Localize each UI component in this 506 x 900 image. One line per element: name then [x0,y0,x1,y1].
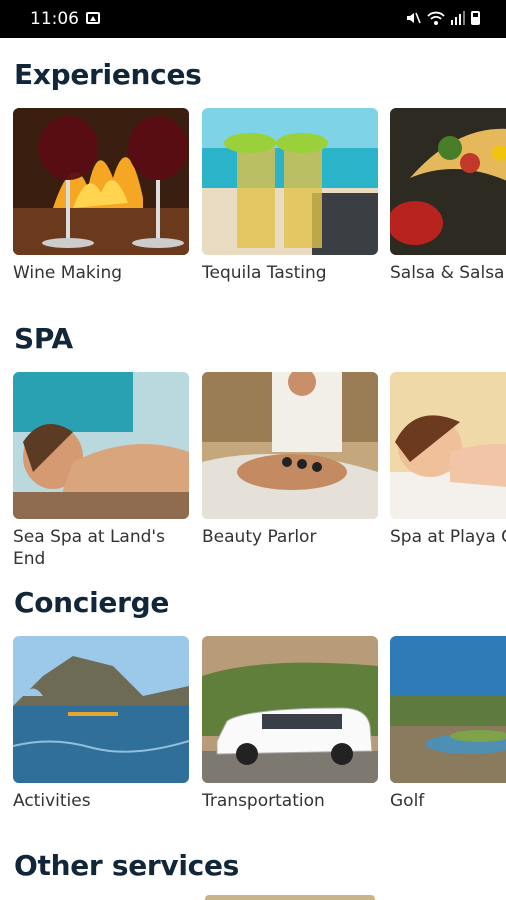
card-label: Transportation [202,791,325,811]
signal-icon [449,10,465,26]
tacos-image [390,108,506,255]
card-sea-spa[interactable]: Sea Spa at Land's End [13,372,189,570]
card-activities[interactable]: Activities [13,636,189,812]
card-label: Activities [13,791,91,811]
tequila-image [202,108,378,255]
card-label: Spa at Playa G [390,527,506,547]
concierge-carousel[interactable]: Activities Transportation Golf [0,636,506,836]
battery-icon [471,11,480,25]
card-beauty-parlor[interactable]: Beauty Parlor [202,372,378,548]
gallery-notification-icon [86,12,100,24]
card-label: Golf [390,791,425,811]
card-tequila-tasting[interactable]: Tequila Tasting [202,108,378,284]
wine-glasses-image [13,108,189,255]
section-title-experiences: Experiences [14,58,202,91]
card-label: Wine Making [13,263,123,283]
card-salsa[interactable]: Salsa & Salsa [390,108,506,284]
section-title-other-services: Other services [14,849,240,882]
card-wine-making[interactable]: Wine Making [13,108,189,284]
spa-relax-image [390,372,506,519]
experiences-carousel[interactable]: Wine Making Tequila Tasting Salsa & Sals… [0,108,506,318]
spa-carousel[interactable]: Sea Spa at Land's End Beauty Parlor Spa … [0,372,506,572]
massage-image [13,372,189,519]
card-label: Salsa & Salsa [390,263,505,283]
other-services-peek [205,895,375,900]
status-time: 11:06 [30,9,79,29]
golf-course-image [390,636,506,783]
card-spa-playa[interactable]: Spa at Playa G [390,372,506,548]
card-label: Tequila Tasting [202,263,327,283]
mute-icon [405,10,421,26]
section-title-concierge: Concierge [14,586,170,619]
minivan-image [202,636,378,783]
wifi-icon [427,10,445,26]
card-label: Sea Spa at Land's End [13,527,165,569]
card-golf[interactable]: Golf [390,636,506,812]
arch-kayaks-image [13,636,189,783]
card-transportation[interactable]: Transportation [202,636,378,812]
section-title-spa: SPA [14,322,73,355]
status-bar: 11:06 [0,0,506,38]
card-label: Beauty Parlor [202,527,317,547]
hot-stone-image [202,372,378,519]
